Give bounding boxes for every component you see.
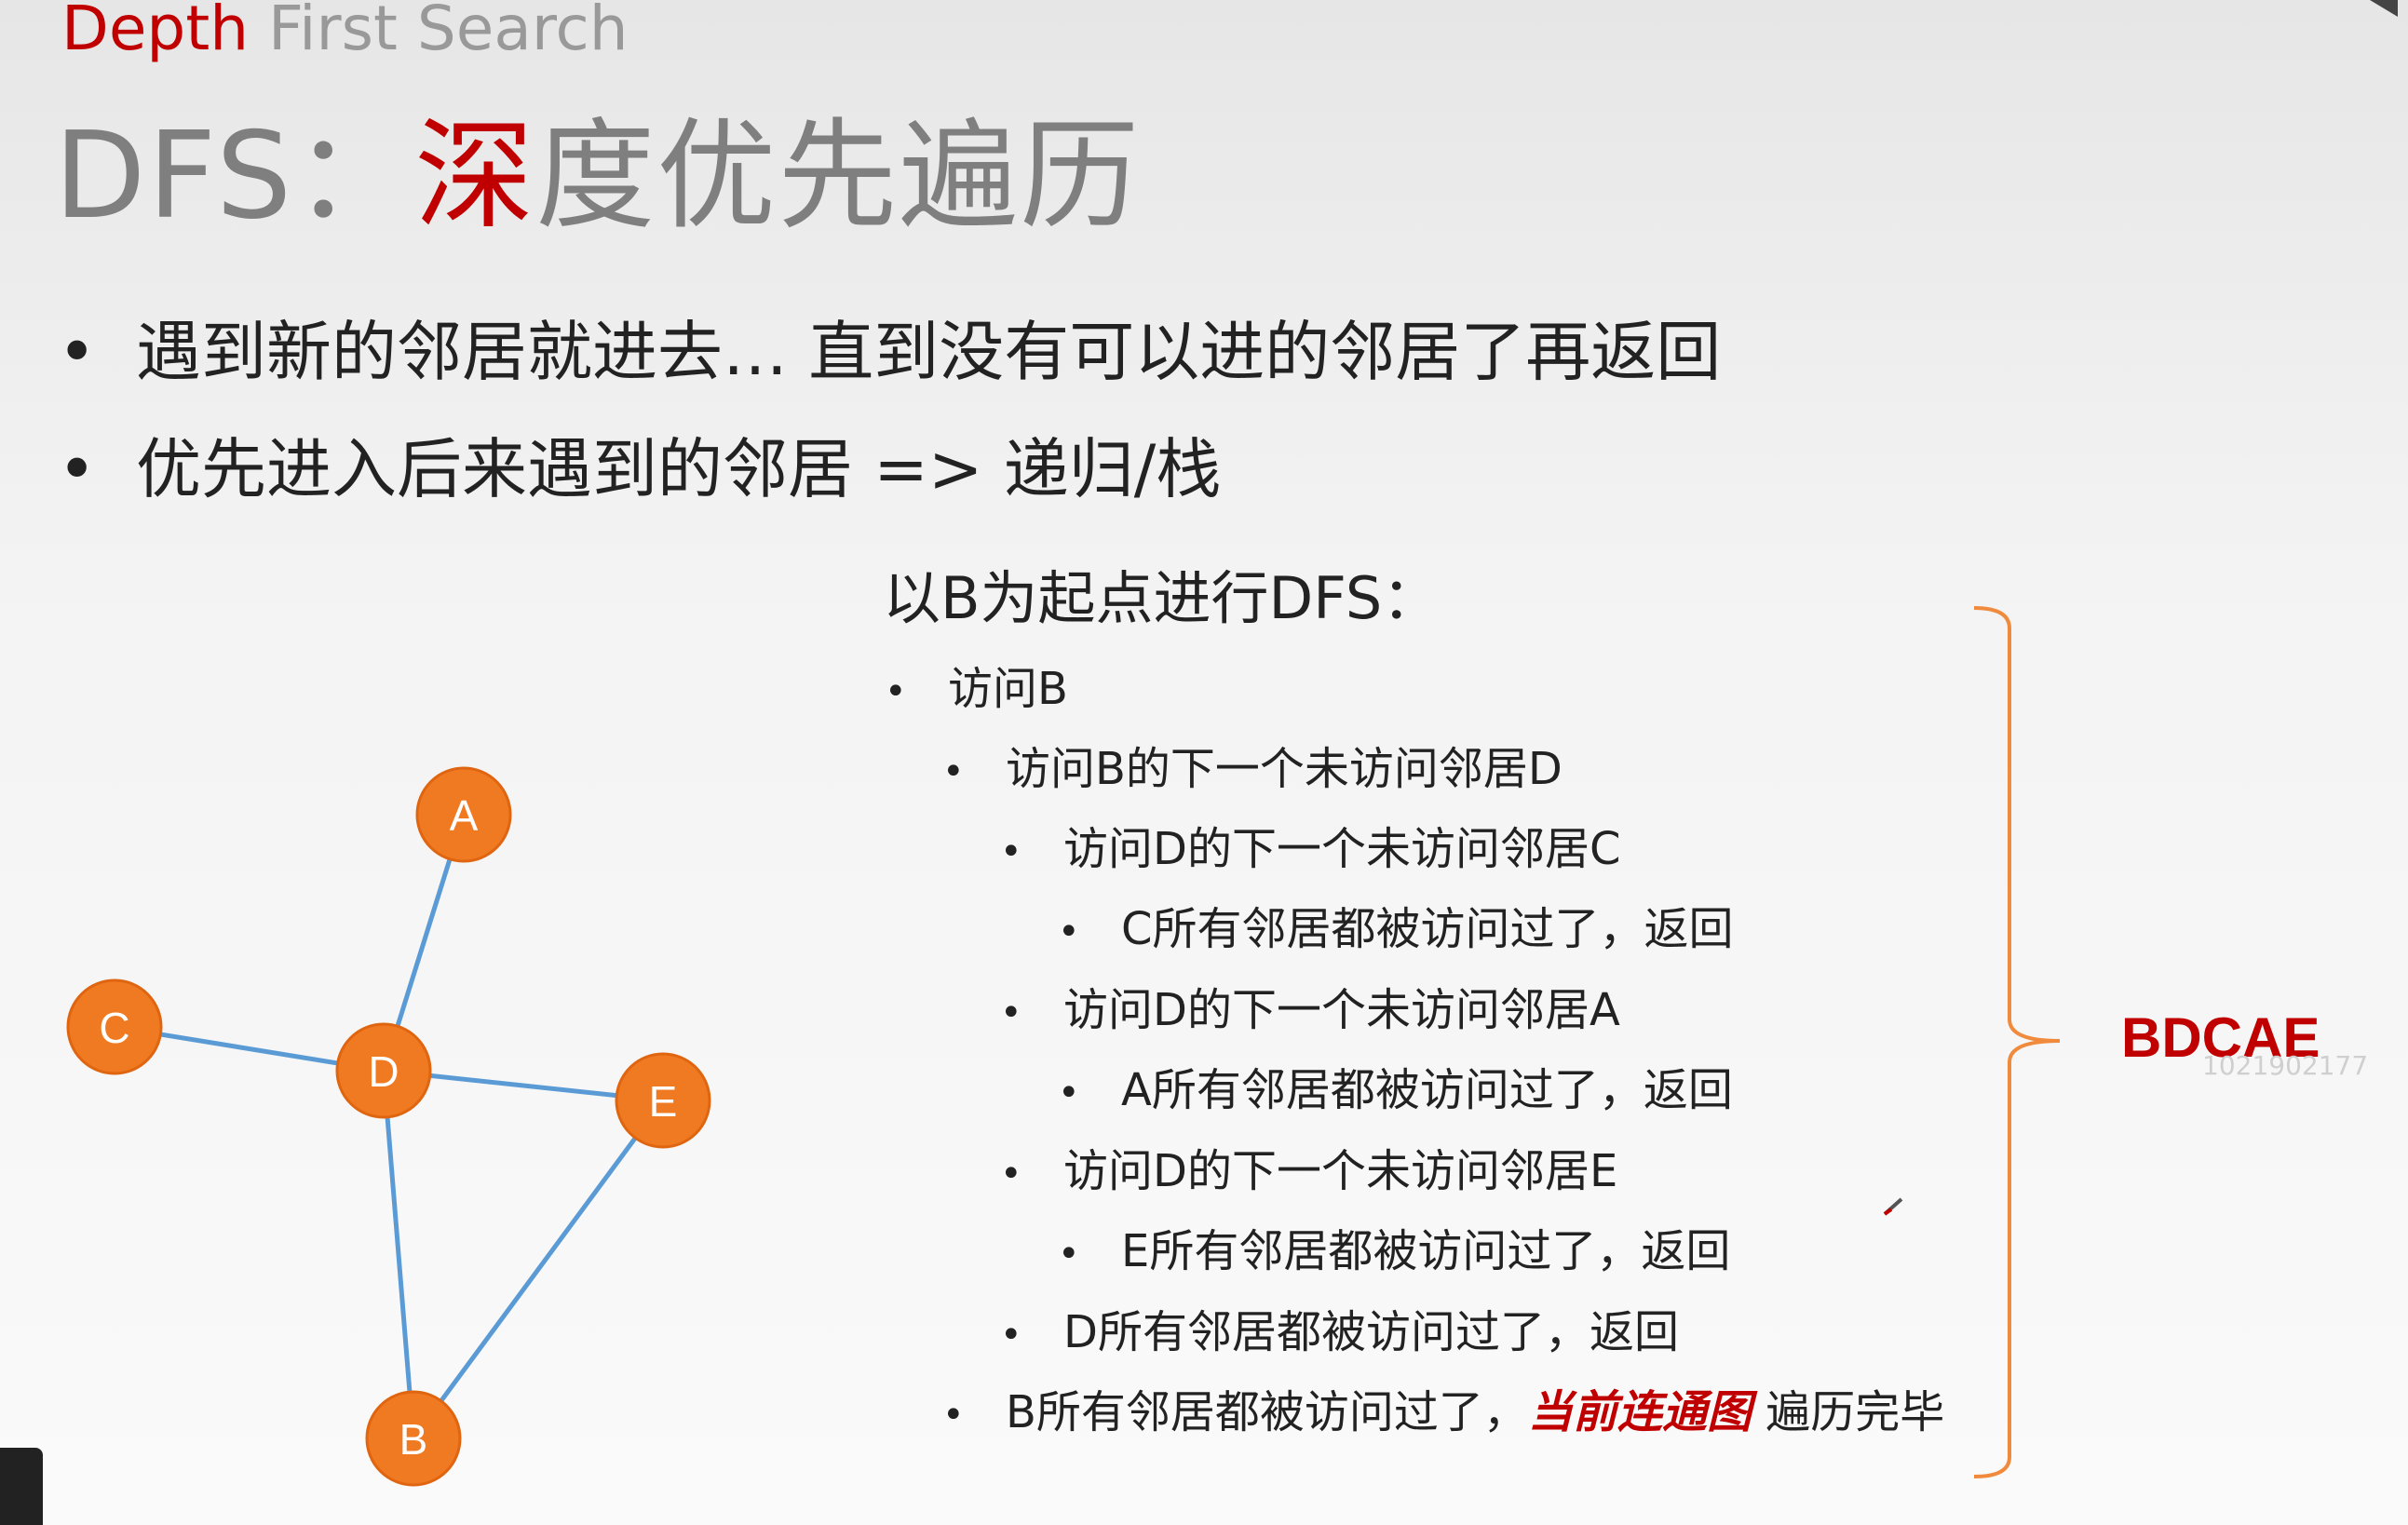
edge-d-b xyxy=(381,1070,416,1439)
right-brace xyxy=(1973,606,2061,1478)
node-a: A xyxy=(415,766,512,863)
pen-cursor-icon xyxy=(1883,1197,1903,1216)
node-e-label: E xyxy=(649,1077,678,1126)
node-c: C xyxy=(66,978,163,1075)
node-b-label: B xyxy=(399,1415,428,1464)
node-b: B xyxy=(365,1390,462,1487)
node-a-label: A xyxy=(450,791,479,840)
node-d: D xyxy=(335,1022,432,1119)
diagram-canvas: A C D E B xyxy=(66,606,2061,1487)
node-e: E xyxy=(615,1052,711,1149)
node-c-label: C xyxy=(99,1004,129,1052)
video-control-tab[interactable] xyxy=(0,1448,43,1525)
corner-arrow-icon xyxy=(2370,0,2398,17)
edge-e-b xyxy=(411,1099,666,1440)
node-d-label: D xyxy=(368,1047,399,1096)
graph-edges xyxy=(114,814,666,1440)
